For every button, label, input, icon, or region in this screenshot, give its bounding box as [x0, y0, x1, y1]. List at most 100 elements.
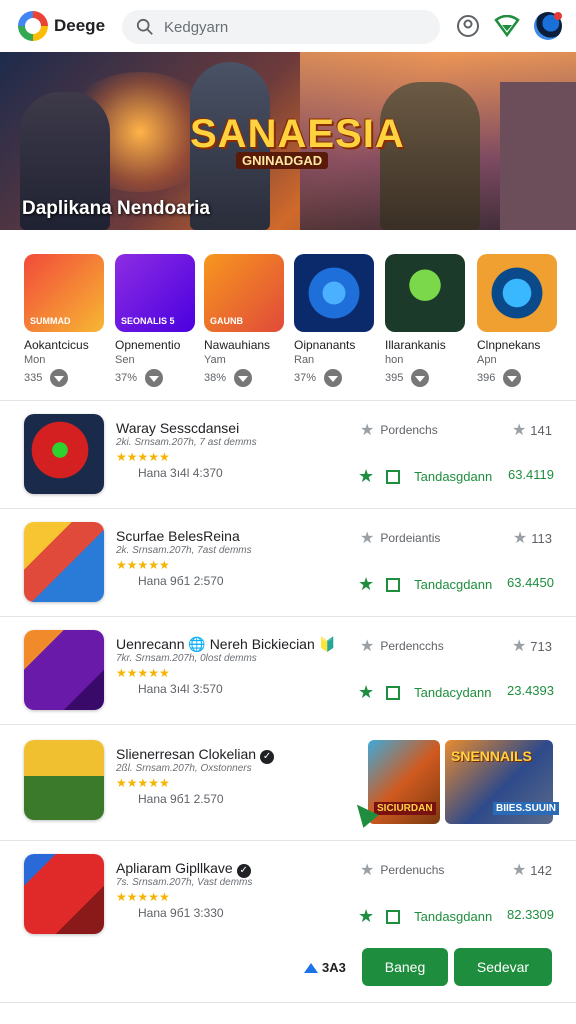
hero-subtitle: GNINADGAD: [236, 152, 329, 169]
app-meta: 7kr. Srnsam.207h, 0lost demms: [116, 653, 257, 664]
featured-card[interactable]: Oipnanants Ran 37%: [294, 254, 376, 387]
download-icon[interactable]: [411, 369, 430, 387]
list-item[interactable]: Apliaram Gipllkave ✓ 7s. Srnsam.207h, Vas…: [0, 842, 576, 950]
app-meta: 2k. Srnsam.207h, 7ast demms: [116, 545, 252, 556]
download-icon[interactable]: [234, 369, 253, 387]
app-icon: [24, 414, 104, 494]
divider: [0, 840, 576, 841]
promo-thumb-left[interactable]: SICIURDAN: [368, 740, 440, 824]
download-icon[interactable]: [145, 369, 164, 387]
verified-icon: ✓: [236, 864, 251, 878]
search-input[interactable]: Kedgyarn: [122, 10, 440, 44]
featured-card[interactable]: SUMMAD Aokantcicus Mon 335: [24, 254, 106, 387]
publisher: Pordenchs: [380, 423, 438, 437]
featured-thumb: GAUNB: [204, 254, 284, 332]
review-count: 113: [531, 530, 552, 546]
publisher: Perdencchs: [380, 639, 444, 653]
featured-card[interactable]: GAUNB Nawauhians Yam 38%: [204, 254, 286, 387]
search-icon: [136, 18, 153, 35]
action-label: Tandasgdann: [414, 469, 493, 484]
app-info: Hana 3ı4l 3:570: [138, 682, 223, 696]
download-icon[interactable]: [50, 369, 69, 387]
star-icon[interactable]: ★: [360, 420, 374, 440]
app-name: Uenrecann 🌐 Nereh Bickiecian 🔰: [116, 636, 337, 652]
checkbox-icon[interactable]: [386, 685, 401, 700]
top-bar: Deege Kedgyarn: [0, 0, 576, 52]
star-filled-icon: ★: [358, 682, 375, 702]
search-placeholder: Kedgyarn: [164, 18, 229, 36]
list-item[interactable]: Waray Sesscdansei 2ki. Srnsam.207h, 7 as…: [0, 402, 576, 510]
star-icon: ★: [511, 638, 527, 655]
star-icon[interactable]: ★: [360, 860, 374, 880]
star-filled-icon: ★: [358, 574, 375, 594]
featured-thumb: SEONALIS 5: [115, 254, 195, 332]
download-icon[interactable]: [324, 369, 343, 387]
selection-count: 3A3: [304, 960, 346, 975]
wifi-icon[interactable]: [494, 15, 520, 37]
hero-banner[interactable]: SANAESIA GNINADGAD Daplikana Nendoaria: [0, 52, 576, 230]
install-action[interactable]: ★ Tandacydann: [358, 682, 491, 703]
checkbox-icon[interactable]: [386, 577, 401, 592]
featured-card[interactable]: Clnpnekans Apn 396: [477, 254, 559, 387]
featured-count: 335: [24, 372, 43, 384]
app-info: Hana 9б1 2:570: [138, 574, 224, 588]
featured-card[interactable]: Illarankanis hon 395: [385, 254, 467, 387]
featured-sub: Mon: [24, 354, 46, 366]
install-action[interactable]: ★ Tandacgdann: [358, 574, 492, 595]
app-meta: 7s. Srnsam.207h, Vast demms: [116, 877, 253, 888]
price: 63.4450: [507, 575, 554, 590]
checkbox-icon[interactable]: [386, 909, 401, 924]
promo-badge: BIIES.SUUIN: [493, 802, 560, 815]
review-count: 142: [530, 862, 552, 878]
app-brand: Deege: [54, 16, 106, 35]
app-icon: [24, 630, 104, 710]
install-action[interactable]: ★ Tandasgdann: [358, 466, 492, 487]
featured-sub: Apn: [477, 354, 497, 366]
featured-card[interactable]: SEONALIS 5 Opnementio Sen 37%: [115, 254, 197, 387]
price: 63.4119: [507, 467, 554, 482]
divider: [0, 724, 576, 725]
featured-count: 396: [477, 372, 496, 384]
list-item[interactable]: Scurfae BelesReina 2k. Srnsam.207h, 7ast…: [0, 510, 576, 618]
featured-count: 395: [385, 372, 404, 384]
app-icon: [24, 854, 104, 934]
featured-title: Opnementio: [115, 338, 181, 352]
avatar[interactable]: [534, 12, 562, 40]
star-icon[interactable]: ★: [360, 528, 374, 548]
featured-title: Nawauhians: [204, 338, 271, 352]
featured-title: Oipnanants: [294, 338, 356, 352]
price: 23.4393: [507, 683, 554, 698]
rating-stars: ★★★★★: [116, 776, 170, 790]
price: 82.3309: [507, 907, 554, 922]
download-icon[interactable]: [503, 369, 522, 387]
install-action[interactable]: ★ Tandasgdann: [358, 906, 492, 927]
trend-icon: [304, 962, 318, 973]
featured-badge: SUMMAD: [30, 316, 71, 326]
selection-count-text: 3A3: [322, 960, 346, 975]
app-logo-icon[interactable]: [18, 11, 48, 41]
checkbox-icon[interactable]: [386, 469, 401, 484]
notification-dot-icon: [554, 12, 562, 20]
app-icon: [24, 522, 104, 602]
primary-button[interactable]: Baneg: [362, 948, 448, 986]
star-filled-icon: ★: [358, 906, 375, 926]
secondary-button[interactable]: Sedevar: [454, 948, 552, 986]
publisher: Pordeiantis: [380, 531, 441, 545]
app-name: Apliaram Gipllkave ✓: [116, 860, 251, 878]
promo-thumb-right[interactable]: SNENNAILS BIIES.SUUIN: [445, 740, 560, 824]
star-icon[interactable]: ★: [360, 636, 374, 656]
hero-building: [500, 82, 576, 230]
divider: [0, 508, 576, 509]
review-count: 141: [530, 422, 552, 438]
list-item[interactable]: Uenrecann 🌐 Nereh Bickiecian 🔰 7kr. Srns…: [0, 618, 576, 726]
account-circle-icon[interactable]: [456, 14, 480, 38]
verified-icon: ✓: [260, 750, 275, 764]
hero-caption: Daplikana Nendoaria: [22, 198, 210, 219]
action-label: Tandacgdann: [414, 577, 493, 592]
app-name: Waray Sesscdansei: [116, 420, 240, 436]
review-count: 713: [530, 638, 552, 654]
rating-stars: ★★★★★: [116, 558, 170, 572]
app-meta: 2ki. Srnsam.207h, 7 ast demms: [116, 437, 257, 448]
star-icon: ★: [511, 862, 527, 879]
featured-count: 37%: [115, 372, 138, 384]
